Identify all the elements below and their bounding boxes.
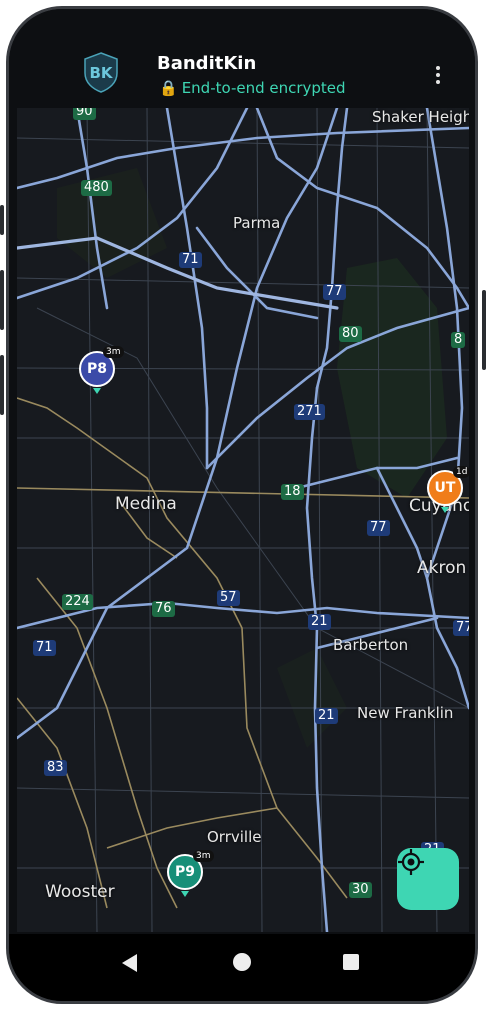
route-shield: 90 <box>73 108 96 120</box>
route-shield: 271 <box>294 404 325 420</box>
city-label: Akron <box>417 558 467 578</box>
back-icon[interactable] <box>122 954 137 972</box>
home-icon[interactable] <box>233 953 251 971</box>
route-shield: 30 <box>349 882 372 898</box>
marker-age-badge: 3m <box>193 850 214 862</box>
route-shield: 77 <box>367 520 390 536</box>
city-label: Parma <box>233 214 281 232</box>
my-location-button[interactable] <box>397 848 459 910</box>
route-shield: 18 <box>281 484 304 500</box>
route-shield: 8 <box>451 332 466 348</box>
menu-dot <box>436 80 440 84</box>
app-logo-icon: BK <box>84 52 118 93</box>
route-shield: 57 <box>217 590 240 606</box>
encryption-status: 🔒 End-to-end encrypted <box>159 79 346 97</box>
route-shield: 83 <box>44 760 67 776</box>
route-shield: 21 <box>315 708 338 724</box>
route-shield: 480 <box>81 180 112 196</box>
route-shield: 76 <box>152 601 175 617</box>
chat-title: BanditKin <box>157 53 257 74</box>
recents-icon[interactable] <box>343 954 359 970</box>
route-shield: 80 <box>339 326 362 342</box>
city-label: Wooster <box>45 882 115 902</box>
phone-frame: BK BanditKin 🔒 End-to-end encrypted Shak… <box>6 6 478 1004</box>
chat-header: BK BanditKin 🔒 End-to-end encrypted <box>9 9 475 109</box>
route-shield: 21 <box>308 614 331 630</box>
marker-age-badge: 1d <box>453 466 469 478</box>
lock-icon: 🔒 <box>159 79 178 97</box>
route-shield: 71 <box>179 252 202 268</box>
more-options-button[interactable] <box>429 64 447 90</box>
menu-dot <box>436 73 440 77</box>
my-location-icon <box>398 849 424 875</box>
system-navigation-bar <box>9 934 475 1001</box>
city-label: New Franklin <box>357 704 454 722</box>
city-label: Shaker Heights <box>372 108 469 126</box>
marker-pointer <box>441 507 449 513</box>
city-label: Orrville <box>207 828 262 846</box>
marker-age-badge: 3m <box>103 346 124 358</box>
svg-text:BK: BK <box>89 64 113 82</box>
route-shield: 77 <box>323 284 346 300</box>
marker-pointer <box>93 388 101 394</box>
map-view[interactable]: Shaker Heights Parma Medina Cuyahog Akro… <box>17 108 469 932</box>
marker-pointer <box>181 891 189 897</box>
more-vertical-icon <box>436 66 440 70</box>
route-shield: 71 <box>33 640 56 656</box>
route-shield: 224 <box>62 594 93 610</box>
route-shield: 77 <box>453 620 469 636</box>
city-label: Medina <box>115 494 177 514</box>
city-label: Barberton <box>333 636 409 654</box>
encryption-label: End-to-end encrypted <box>181 79 346 97</box>
